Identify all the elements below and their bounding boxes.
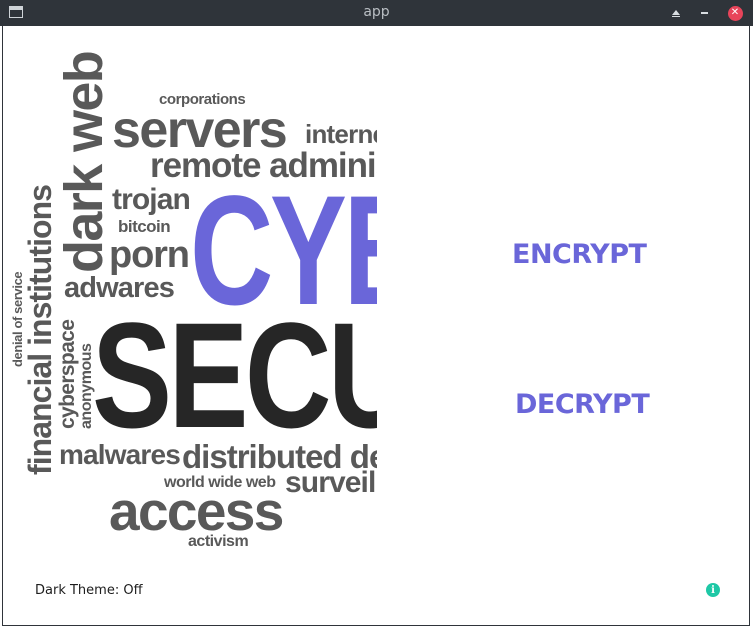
window-title: app bbox=[363, 4, 390, 20]
word-trojan: trojan bbox=[112, 183, 191, 216]
word-activism: activism bbox=[188, 533, 249, 550]
word-denial-of-service: denial of service bbox=[10, 271, 25, 367]
word-security: SECURITY bbox=[92, 291, 377, 459]
titlebar: app ✕ bbox=[0, 0, 753, 26]
shade-button[interactable] bbox=[667, 4, 685, 22]
word-malwares: malwares bbox=[59, 439, 181, 470]
minimize-button[interactable] bbox=[695, 4, 713, 22]
dark-theme-toggle[interactable]: Dark Theme: Off bbox=[35, 583, 143, 598]
info-icon[interactable]: i bbox=[706, 583, 720, 597]
word-porn: porn bbox=[109, 234, 190, 276]
word-surveillance: surveillance bbox=[285, 466, 377, 499]
minimize-icon bbox=[700, 12, 708, 14]
word-dark-web: dark web bbox=[54, 51, 114, 273]
word-internet: internet bbox=[305, 119, 377, 149]
app-window: dark web corporations servers internet r… bbox=[2, 26, 750, 626]
close-button[interactable]: ✕ bbox=[726, 4, 744, 22]
word-bitcoin: bitcoin bbox=[118, 217, 171, 236]
eject-icon bbox=[672, 9, 680, 17]
word-cloud-image: dark web corporations servers internet r… bbox=[10, 37, 377, 557]
encrypt-button[interactable]: ENCRYPT bbox=[512, 239, 647, 270]
decrypt-button[interactable]: DECRYPT bbox=[515, 389, 650, 420]
word-cyberspace: cyberspace bbox=[56, 319, 79, 429]
word-access: access bbox=[109, 480, 284, 542]
word-financial-institutions: financial institutions bbox=[22, 184, 58, 475]
close-icon: ✕ bbox=[727, 5, 743, 21]
